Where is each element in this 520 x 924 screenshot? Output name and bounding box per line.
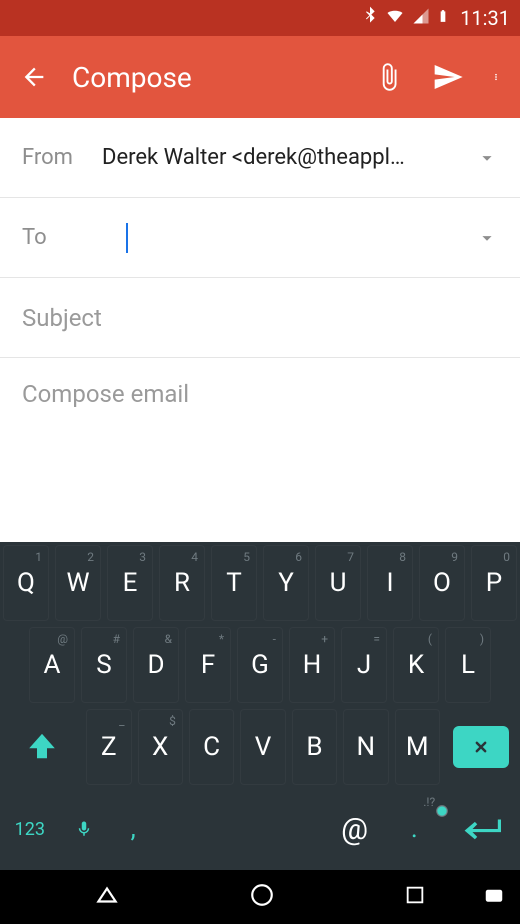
key-o[interactable]: 9O — [419, 545, 465, 621]
key-a[interactable]: @A — [29, 627, 75, 703]
key-i[interactable]: 8I — [367, 545, 413, 621]
key-u[interactable]: 7U — [315, 545, 361, 621]
key-d[interactable]: &D — [133, 627, 179, 703]
clock: 11:31 — [460, 6, 510, 30]
space-key[interactable] — [161, 791, 322, 867]
period-key[interactable]: .!? . — [387, 791, 441, 867]
battery-icon — [436, 6, 450, 31]
from-row[interactable]: From Derek Walter <derek@theappl… — [0, 118, 520, 198]
key-h[interactable]: +H — [289, 627, 335, 703]
bluetooth-icon — [362, 5, 378, 32]
nav-home-icon[interactable] — [249, 882, 275, 912]
key-k[interactable]: (K — [393, 627, 439, 703]
overflow-icon[interactable] — [492, 63, 500, 91]
symbols-key[interactable]: 123 — [3, 791, 57, 867]
key-b[interactable]: B — [292, 709, 337, 785]
subject-row[interactable]: Subject — [0, 278, 520, 358]
key-l[interactable]: )L — [445, 627, 491, 703]
from-value: Derek Walter <derek@theappl… — [102, 145, 458, 170]
to-label: To — [22, 225, 102, 250]
back-icon[interactable] — [14, 63, 54, 91]
chevron-down-icon[interactable] — [458, 227, 498, 249]
keyboard: 1Q2W3E4R5T6Y7U8I9O0P @A#S&D*F-G+H=J(K)L … — [0, 542, 520, 870]
at-key[interactable]: @ — [328, 791, 382, 867]
key-r[interactable]: 4R — [159, 545, 205, 621]
chevron-down-icon[interactable] — [458, 147, 498, 169]
key-f[interactable]: *F — [185, 627, 231, 703]
nav-bar — [0, 870, 520, 924]
comma-key[interactable]: , — [112, 791, 155, 867]
status-bar: 11:31 — [0, 0, 520, 36]
attach-icon[interactable] — [374, 62, 404, 92]
enter-key[interactable] — [447, 791, 517, 867]
key-m[interactable]: M — [395, 709, 440, 785]
app-bar: Compose — [0, 36, 520, 118]
key-x[interactable]: $X — [138, 709, 183, 785]
backspace-key[interactable] — [443, 706, 520, 788]
key-c[interactable]: C — [189, 709, 234, 785]
body-placeholder: Compose email — [22, 380, 189, 408]
key-w[interactable]: 2W — [55, 545, 101, 621]
shift-key[interactable] — [3, 709, 80, 785]
key-q[interactable]: 1Q — [3, 545, 49, 621]
key-g[interactable]: -G — [237, 627, 283, 703]
nav-back-icon[interactable] — [94, 882, 120, 912]
body-row[interactable]: Compose email — [0, 358, 520, 408]
nav-recent-icon[interactable] — [404, 884, 426, 910]
page-title: Compose — [72, 61, 374, 94]
ime-icon[interactable] — [482, 886, 506, 908]
compose-form: From Derek Walter <derek@theappl… To Sub… — [0, 118, 520, 408]
wifi-icon — [384, 6, 406, 30]
key-s[interactable]: #S — [81, 627, 127, 703]
key-z[interactable]: _Z — [86, 709, 131, 785]
from-label: From — [22, 145, 102, 170]
mic-icon[interactable] — [63, 791, 106, 867]
key-y[interactable]: 6Y — [263, 545, 309, 621]
subject-placeholder: Subject — [22, 304, 102, 332]
key-p[interactable]: 0P — [471, 545, 517, 621]
to-row[interactable]: To — [0, 198, 520, 278]
text-cursor — [126, 223, 128, 253]
key-e[interactable]: 3E — [107, 545, 153, 621]
send-icon[interactable] — [432, 61, 464, 93]
signal-icon — [412, 6, 430, 30]
key-v[interactable]: V — [240, 709, 285, 785]
key-t[interactable]: 5T — [211, 545, 257, 621]
key-j[interactable]: =J — [341, 627, 387, 703]
key-n[interactable]: N — [343, 709, 388, 785]
